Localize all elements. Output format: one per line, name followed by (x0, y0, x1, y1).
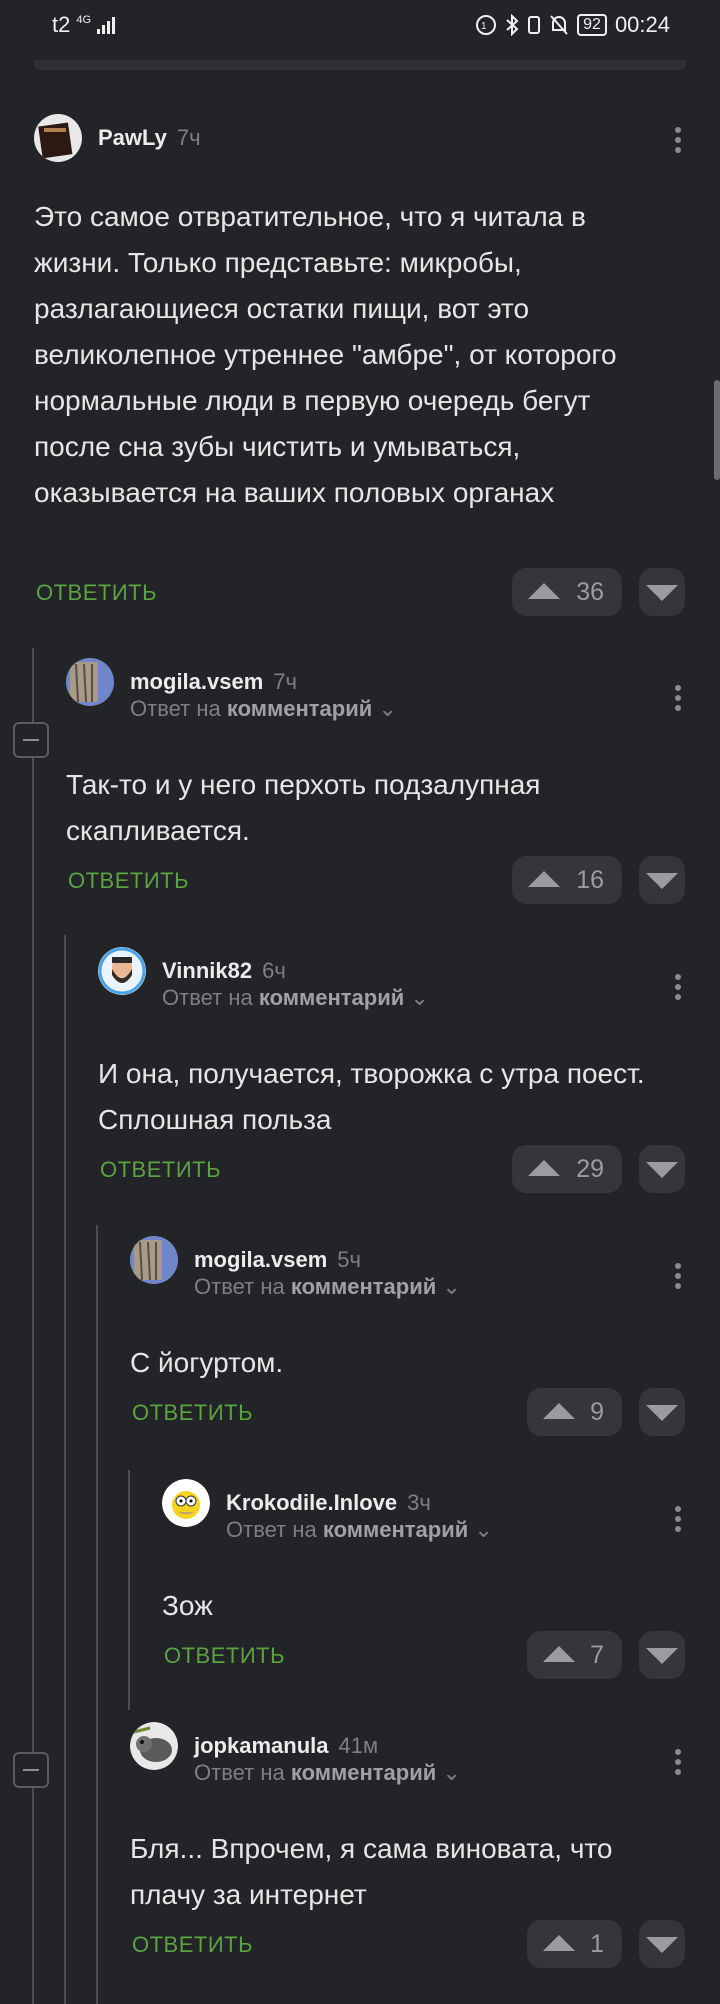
thread-line (128, 1470, 130, 1710)
thread-line (96, 1225, 98, 2004)
comment-text: Бля... Впрочем, я сама виновата, что пла… (130, 1833, 613, 1910)
downvote-button[interactable] (639, 1388, 685, 1436)
rating-count: 1 (590, 1930, 604, 1958)
reply-button[interactable]: ОТВЕТИТЬ (132, 1932, 253, 1958)
more-options-icon[interactable] (673, 1260, 683, 1292)
collapse-thread-button[interactable] (13, 1752, 49, 1788)
more-options-icon[interactable] (673, 1503, 683, 1535)
arrow-down-icon (646, 873, 678, 889)
arrow-down-icon (646, 1405, 678, 1421)
status-bar: t2 4G 1 92 00:24 (0, 0, 720, 56)
author-name[interactable]: mogila.vsem (194, 1247, 327, 1273)
scrollbar[interactable] (714, 380, 720, 480)
bluetooth-icon (506, 14, 519, 36)
volte-icon: 1 (476, 15, 497, 35)
svg-text:1: 1 (481, 21, 487, 32)
author-name[interactable]: mogila.vsem (130, 669, 263, 695)
rating-count: 9 (590, 1398, 604, 1426)
comment-text: Зож (162, 1590, 213, 1621)
downvote-button[interactable] (639, 1920, 685, 1968)
upvote-button[interactable]: 7 (527, 1631, 622, 1679)
previous-post-edge (34, 60, 686, 70)
comment-time: 41м (338, 1733, 379, 1758)
vibrate-icon (528, 16, 541, 34)
chevron-down-icon: ⌄ (442, 1760, 461, 1785)
reply-button[interactable]: ОТВЕТИТЬ (68, 868, 189, 894)
comment-time: 7ч (273, 669, 297, 694)
upvote-button[interactable]: 1 (527, 1920, 622, 1968)
rating-count: 16 (576, 866, 604, 894)
reply-button[interactable]: ОТВЕТИТЬ (100, 1157, 221, 1183)
arrow-up-icon (528, 871, 560, 887)
carrier-label: t2 (52, 12, 71, 37)
author-name[interactable]: jopkamanula (194, 1733, 328, 1759)
avatar[interactable] (130, 1722, 178, 1770)
avatar[interactable] (66, 658, 114, 706)
reply-to-link[interactable]: Ответ на комментарий ⌄ (194, 1274, 461, 1300)
avatar[interactable] (34, 114, 82, 162)
more-options-icon[interactable] (673, 1746, 683, 1778)
rating-count: 29 (576, 1155, 604, 1183)
author-name[interactable]: PawLy (98, 125, 167, 151)
arrow-up-icon (543, 1935, 575, 1951)
battery-icon: 92 (577, 14, 607, 36)
reply-button[interactable]: ОТВЕТИТЬ (36, 580, 157, 606)
arrow-down-icon (646, 1162, 678, 1178)
clock: 00:24 (614, 12, 670, 37)
thread-line (32, 648, 34, 2004)
arrow-up-icon (543, 1646, 575, 1662)
downvote-button[interactable] (639, 568, 685, 616)
comment-text: Это самое отвратительное, что я читала в… (34, 201, 617, 508)
reply-to-link[interactable]: Ответ на комментарий ⌄ (130, 696, 397, 722)
arrow-down-icon (646, 585, 678, 601)
signal-icon (97, 17, 116, 34)
author-name[interactable]: Krokodile.Inlove (226, 1490, 397, 1516)
downvote-button[interactable] (639, 856, 685, 904)
chevron-down-icon: ⌄ (474, 1517, 493, 1542)
more-options-icon[interactable] (673, 682, 683, 714)
reply-to-link[interactable]: Ответ на комментарий ⌄ (194, 1760, 461, 1786)
arrow-down-icon (646, 1937, 678, 1953)
avatar[interactable] (130, 1236, 178, 1284)
comment-time: 6ч (262, 958, 286, 983)
mute-bell-icon (550, 15, 568, 35)
downvote-button[interactable] (639, 1145, 685, 1193)
chevron-down-icon: ⌄ (442, 1274, 461, 1299)
avatar[interactable] (162, 1479, 210, 1527)
reply-to-link[interactable]: Ответ на комментарий ⌄ (226, 1517, 493, 1543)
downvote-button[interactable] (639, 1631, 685, 1679)
upvote-button[interactable]: 16 (512, 856, 622, 904)
upvote-button[interactable]: 29 (512, 1145, 622, 1193)
arrow-up-icon (543, 1403, 575, 1419)
network-type: 4G (76, 14, 92, 26)
arrow-up-icon (528, 583, 560, 599)
comment-time: 3ч (407, 1490, 431, 1515)
arrow-up-icon (528, 1160, 560, 1176)
more-options-icon[interactable] (673, 124, 683, 156)
more-options-icon[interactable] (673, 971, 683, 1003)
rating-count: 36 (576, 578, 604, 606)
chevron-down-icon: ⌄ (410, 985, 429, 1010)
arrow-down-icon (646, 1648, 678, 1664)
thread-line (64, 935, 66, 2004)
avatar[interactable] (98, 947, 146, 995)
comment-text: С йогуртом. (130, 1347, 284, 1378)
upvote-button[interactable]: 36 (512, 568, 622, 616)
collapse-thread-button[interactable] (13, 722, 49, 758)
reply-button[interactable]: ОТВЕТИТЬ (164, 1643, 285, 1669)
comment-time: 5ч (337, 1247, 361, 1272)
comment-text: Так-то и у него перхоть подзалупная скап… (66, 769, 541, 846)
comment-time: 7ч (176, 125, 201, 150)
reply-button[interactable]: ОТВЕТИТЬ (132, 1400, 253, 1426)
chevron-down-icon: ⌄ (378, 696, 397, 721)
reply-to-link[interactable]: Ответ на комментарий ⌄ (162, 985, 429, 1011)
comment-text: И она, получается, творожка с утра поест… (98, 1058, 645, 1135)
rating-count: 7 (590, 1641, 604, 1669)
upvote-button[interactable]: 9 (527, 1388, 622, 1436)
author-name[interactable]: Vinnik82 (162, 958, 252, 984)
